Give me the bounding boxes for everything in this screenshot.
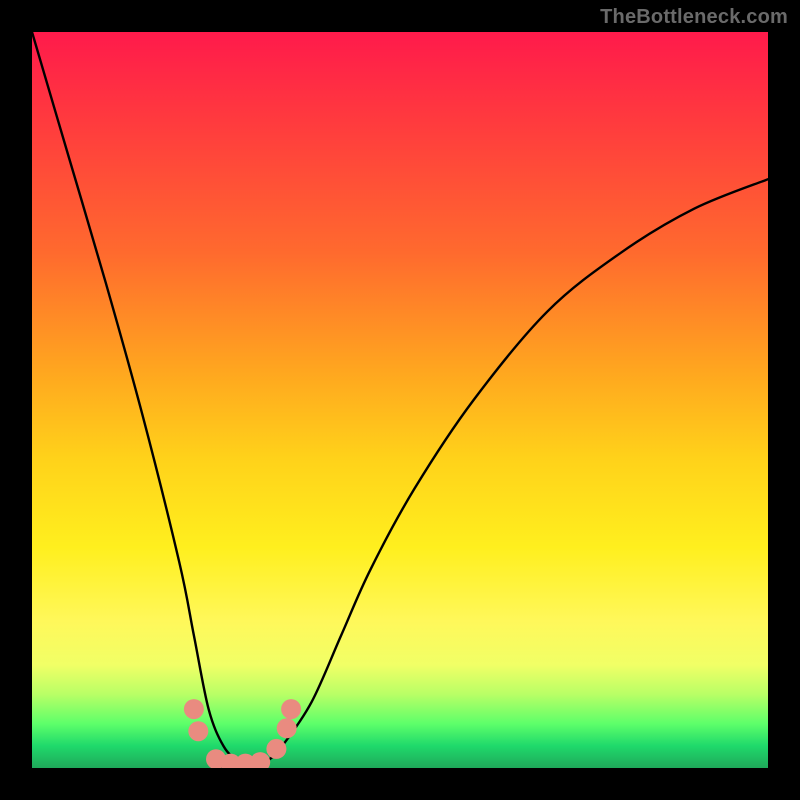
marker-point [184,699,204,719]
bottleneck-curve-svg [32,32,768,768]
curve-markers [184,699,301,768]
marker-point [266,739,286,759]
marker-point [250,752,270,768]
marker-point [281,699,301,719]
watermark-text: TheBottleneck.com [600,6,788,29]
chart-frame: TheBottleneck.com [0,0,800,800]
marker-point [277,718,297,738]
plot-area [32,32,768,768]
marker-point [188,721,208,741]
bottleneck-curve [32,32,768,764]
